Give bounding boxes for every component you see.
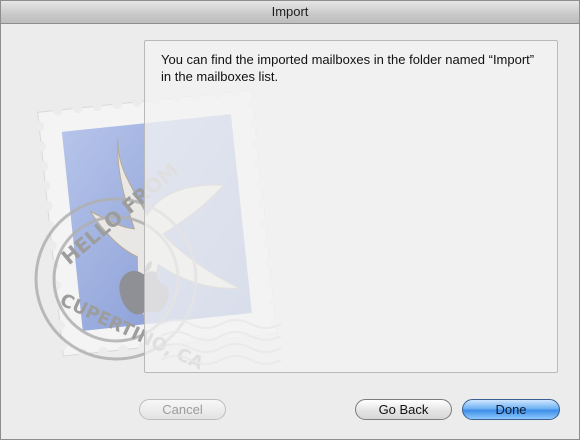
import-dialog: Import HELLO FROM CUPERTINO, CA You can …: [0, 0, 580, 440]
cancel-button[interactable]: Cancel: [139, 399, 226, 420]
done-button[interactable]: Done: [462, 399, 560, 420]
message-panel: You can find the imported mailboxes in t…: [144, 40, 558, 373]
window-title: Import: [271, 4, 309, 19]
go-back-button[interactable]: Go Back: [355, 399, 452, 420]
window-titlebar[interactable]: Import: [1, 1, 579, 24]
dialog-content: HELLO FROM CUPERTINO, CA You can find th…: [1, 24, 579, 439]
import-message: You can find the imported mailboxes in t…: [161, 52, 535, 84]
